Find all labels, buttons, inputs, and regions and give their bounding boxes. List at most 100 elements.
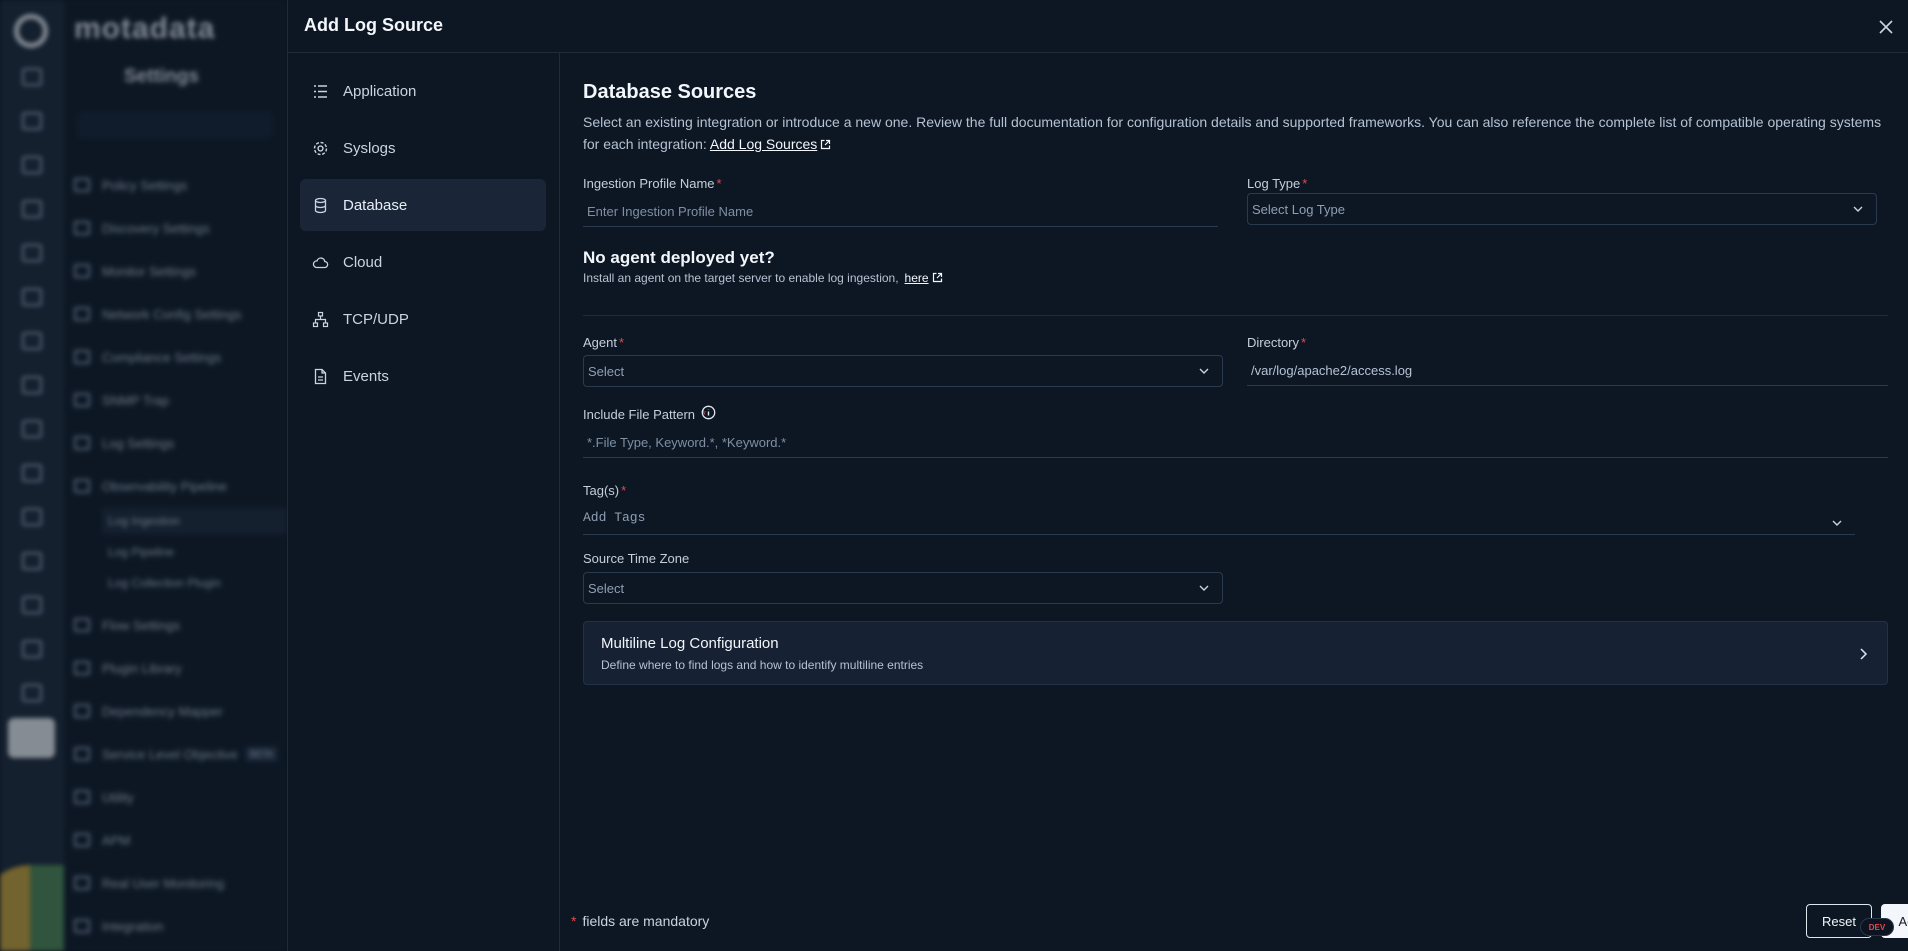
bg-menu-item: APM xyxy=(64,825,287,855)
copy-icon xyxy=(22,376,42,394)
monitor-icon xyxy=(22,112,42,130)
bg-menu-item: Observability Pipeline xyxy=(64,471,287,501)
bg-menu-item: Discovery Settings xyxy=(64,213,287,243)
log-type-label: Log Type * xyxy=(1247,176,1308,191)
modal-header: Add Log Source xyxy=(288,0,1908,53)
background-icon-rail xyxy=(0,0,80,951)
background-settings-panel: motadata Settings Policy Settings Discov… xyxy=(64,0,287,951)
bg-submenu-item: Log Ingestion xyxy=(108,514,181,528)
profile-name-input[interactable] xyxy=(583,197,1218,227)
database-sources-form: Database Sources Select an existing inte… xyxy=(561,53,1908,951)
agent-select[interactable]: Select xyxy=(583,355,1223,387)
bg-menu-item: Network Config Settings xyxy=(64,299,287,329)
nav-item-label: TCP/UDP xyxy=(343,310,409,328)
bg-menu-item: Policy Settings xyxy=(64,170,287,200)
bg-menu-item: Dependency Mapper xyxy=(64,696,287,726)
tags-label: Tag(s) * xyxy=(583,483,627,498)
bg-menu-item: Flow Settings xyxy=(64,610,287,640)
timezone-placeholder: Select xyxy=(588,580,625,596)
modal-title: Add Log Source xyxy=(304,15,443,35)
bg-menu-item: Log Settings xyxy=(64,428,287,458)
source-type-nav: Application Syslogs Database Cloud TCP/U… xyxy=(288,53,560,951)
timezone-label: Source Time Zone xyxy=(583,551,690,566)
chevron-down-icon xyxy=(1853,206,1863,212)
multiline-config-card[interactable]: Multiline Log Configuration Define where… xyxy=(583,621,1888,685)
nav-item-label: Events xyxy=(343,367,389,385)
nav-item-cloud[interactable]: Cloud xyxy=(300,236,546,288)
section-title: Database Sources xyxy=(583,81,757,103)
nav-item-syslogs[interactable]: Syslogs xyxy=(300,122,546,174)
tags-placeholder: Add Tags xyxy=(583,510,646,525)
agent-install-link[interactable]: here xyxy=(905,271,929,285)
background-app: motadata Settings Policy Settings Discov… xyxy=(0,0,287,951)
file-pattern-input[interactable] xyxy=(583,428,1888,458)
nav-item-database[interactable]: Database xyxy=(300,179,546,231)
server-icon xyxy=(22,244,42,262)
document-icon xyxy=(314,368,327,384)
multiline-title: Multiline Log Configuration xyxy=(601,635,779,652)
log-type-placeholder: Select Log Type xyxy=(1252,201,1345,217)
settings-title: Settings xyxy=(124,66,199,87)
agent-notice-description: Install an agent on the target server to… xyxy=(583,271,943,285)
close-icon[interactable] xyxy=(1877,18,1895,36)
bg-menu-item: Plugin Library xyxy=(64,653,287,683)
bg-menu-item: Integration xyxy=(64,911,287,941)
chevron-down-icon xyxy=(1199,368,1209,374)
settings-search xyxy=(78,112,273,138)
cloud-icon xyxy=(312,256,329,268)
bg-menu-item: SNMP Trap xyxy=(64,385,287,415)
tags-input[interactable]: Add Tags xyxy=(583,505,1855,535)
settings-rail-active xyxy=(8,718,55,758)
file-icon xyxy=(22,464,42,482)
video-icon xyxy=(22,332,42,350)
file-pattern-label: Include File Pattern * xyxy=(583,407,707,422)
nav-item-application[interactable]: Application xyxy=(300,65,546,117)
bg-submenu-item: Log Pipeline xyxy=(108,545,175,559)
add-log-sources-link[interactable]: Add Log Sources xyxy=(710,136,817,152)
display-icon xyxy=(22,508,42,526)
section-description: Select an existing integration or introd… xyxy=(583,111,1893,155)
trend-icon xyxy=(22,420,42,438)
chart-icon xyxy=(22,200,42,218)
inbox-icon xyxy=(22,552,42,570)
timezone-select[interactable]: Select xyxy=(583,572,1223,604)
nav-item-label: Cloud xyxy=(343,253,383,271)
agent-notice-title: No agent deployed yet? xyxy=(583,248,775,267)
multiline-description: Define where to find logs and how to ide… xyxy=(601,658,924,672)
car-icon xyxy=(22,640,42,658)
profile-name-label: Ingestion Profile Name * xyxy=(583,176,722,191)
bg-menu-item: Monitor Settings xyxy=(64,256,287,286)
bell-icon xyxy=(22,156,42,174)
agent-label: Agent * xyxy=(583,335,625,350)
bg-menu-item: Service Level Objective BETA xyxy=(64,739,287,769)
list-icon xyxy=(314,84,327,98)
database-icon xyxy=(314,197,327,213)
nav-item-events[interactable]: Events xyxy=(300,350,546,402)
info-icon[interactable] xyxy=(701,405,716,420)
section-divider xyxy=(583,315,1888,316)
directory-input[interactable] xyxy=(1247,356,1888,386)
dev-environment-badge: DEV xyxy=(1860,918,1894,936)
nav-item-label: Syslogs xyxy=(343,139,396,157)
external-link-icon xyxy=(932,272,942,283)
chevron-right-icon xyxy=(1860,648,1868,660)
hierarchy-icon xyxy=(22,596,42,614)
network-icon xyxy=(312,311,329,327)
chevron-down-icon xyxy=(1832,520,1842,526)
motadata-logo-icon xyxy=(14,14,48,48)
external-link-icon xyxy=(821,139,831,150)
grid-icon xyxy=(22,68,42,86)
directory-label: Directory * xyxy=(1247,335,1307,350)
chevron-down-icon xyxy=(1199,585,1209,591)
mandatory-fields-note: * fields are mandatory xyxy=(571,913,710,929)
nav-item-label: Application xyxy=(343,82,417,100)
bg-menu-item: Real User Monitoring xyxy=(64,868,287,898)
log-type-select[interactable]: Select Log Type xyxy=(1247,193,1877,225)
gear-icon xyxy=(313,141,328,155)
bg-menu-item: Utility xyxy=(64,782,287,812)
report-icon xyxy=(22,684,42,702)
brand-name: motadata xyxy=(74,12,216,45)
topology-icon xyxy=(22,288,42,306)
agent-placeholder: Select xyxy=(588,363,625,379)
nav-item-tcp-udp[interactable]: TCP/UDP xyxy=(300,293,546,345)
